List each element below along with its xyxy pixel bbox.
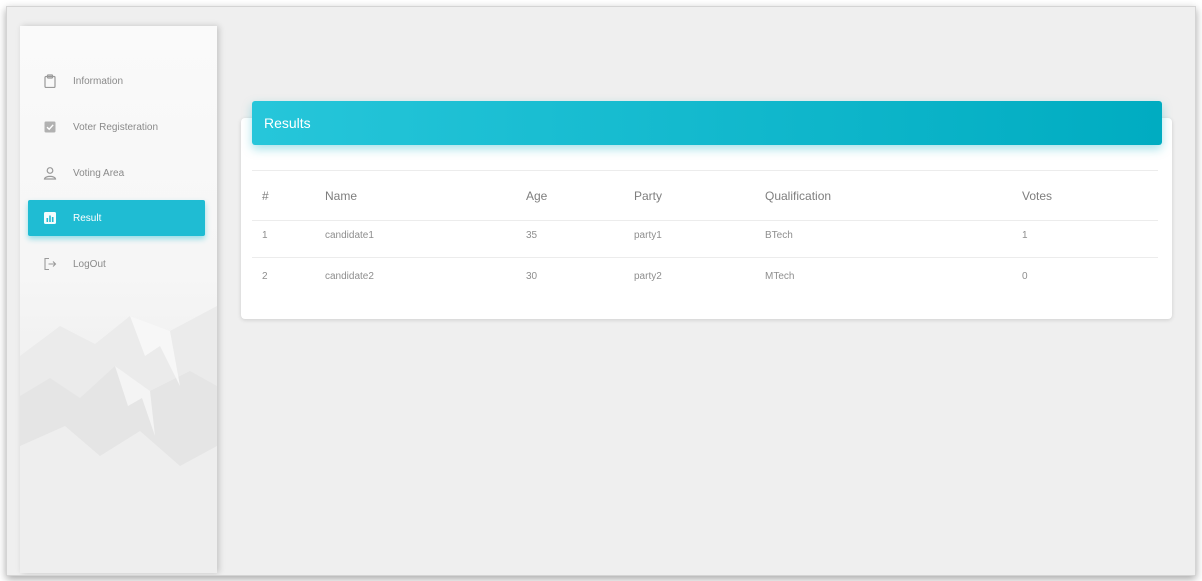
column-header: Qualification (765, 189, 832, 203)
table-cell: 1 (1022, 230, 1028, 241)
table-cell: party1 (634, 230, 662, 241)
app-window: Information Voter Registeration Voting A… (6, 6, 1196, 576)
table-cell: 30 (526, 271, 538, 282)
sidebar: Information Voter Registeration Voting A… (20, 26, 217, 573)
column-header: Age (526, 189, 548, 203)
table-divider (252, 257, 1158, 258)
table-divider (252, 220, 1158, 221)
table-cell: 35 (526, 230, 538, 241)
sidebar-item-label: Information (73, 75, 124, 87)
results-card (241, 118, 1172, 319)
sidebar-item-result[interactable]: Result (28, 200, 205, 236)
column-header: Votes (1022, 189, 1053, 203)
table-cell: BTech (765, 230, 793, 241)
table-cell: 2 (262, 271, 268, 282)
sidebar-item-label: LogOut (73, 258, 106, 270)
sidebar-item-voter-registration[interactable]: Voter Registeration (28, 109, 205, 145)
column-header: # (262, 189, 269, 203)
sidebar-item-voting-area[interactable]: Voting Area (28, 155, 205, 191)
logout-icon (42, 256, 58, 272)
sidebar-item-information[interactable]: Information (28, 63, 205, 99)
column-header: Party (634, 189, 663, 203)
table-cell: party2 (634, 271, 662, 282)
clipboard-icon (42, 73, 58, 89)
sidebar-item-logout[interactable]: LogOut (28, 246, 205, 282)
table-cell: MTech (765, 271, 795, 282)
card-title: Results (264, 115, 311, 131)
user-icon (42, 165, 58, 181)
table-cell: 0 (1022, 271, 1028, 282)
bar-chart-icon (42, 210, 58, 226)
table-cell: candidate1 (325, 230, 374, 241)
results-card-header: Results (252, 101, 1162, 145)
sidebar-item-label: Voting Area (73, 167, 125, 179)
sidebar-item-label: Voter Registeration (73, 121, 159, 133)
table-cell: 1 (262, 230, 268, 241)
column-header: Name (325, 189, 358, 203)
sidebar-item-label: Result (73, 212, 102, 224)
checkbox-icon (42, 119, 58, 135)
table-divider (252, 170, 1158, 171)
table-cell: candidate2 (325, 271, 374, 282)
